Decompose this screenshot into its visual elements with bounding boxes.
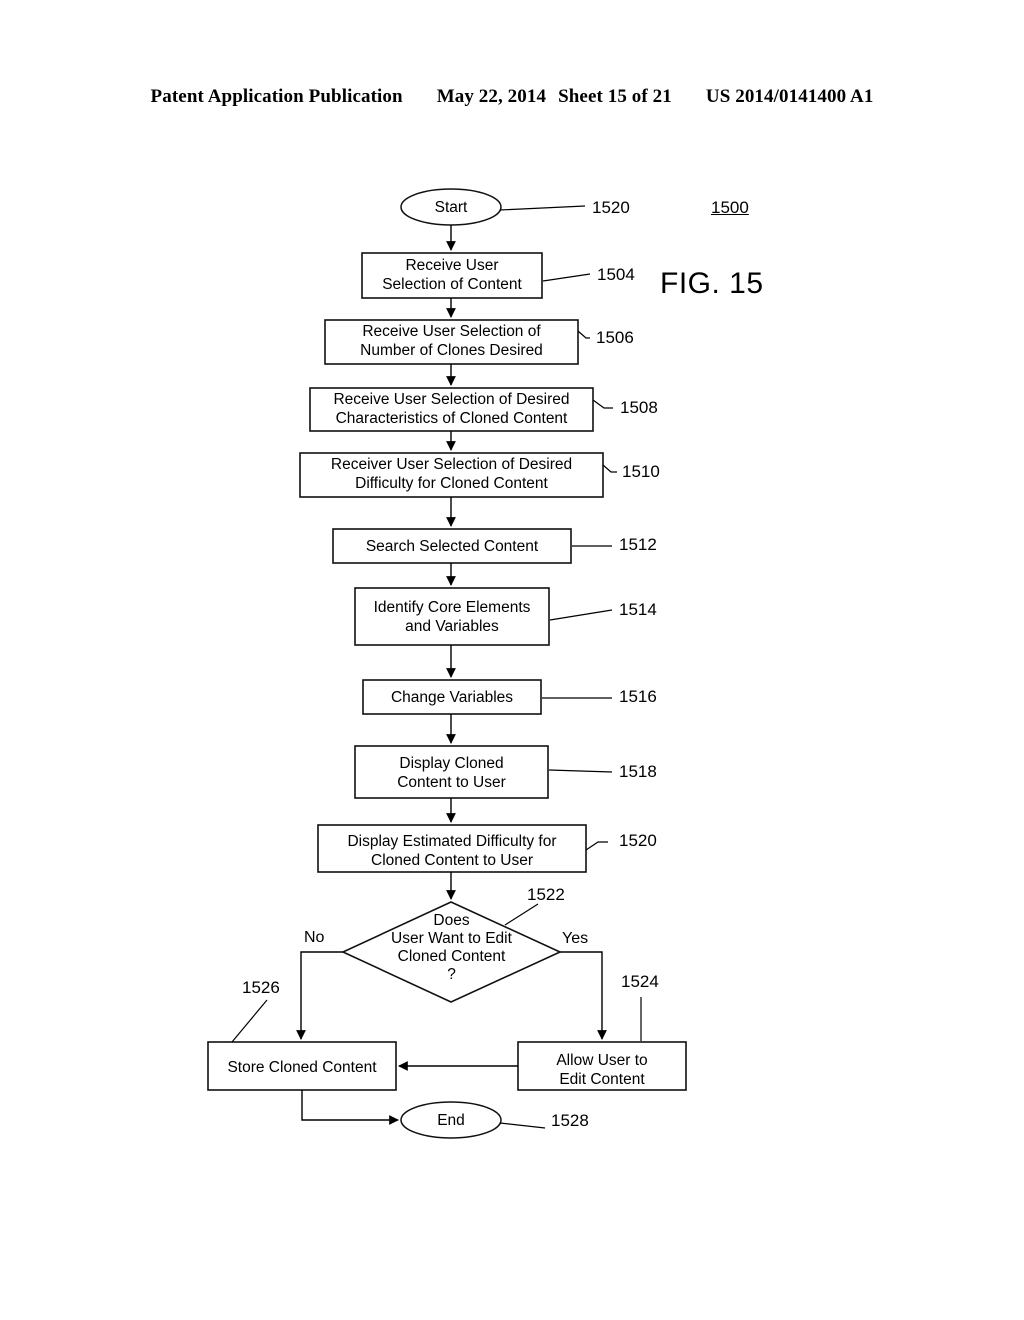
ref-1518: 1518 [619,762,657,781]
node-1510-shape [299,452,604,498]
ref-1528: 1528 [551,1111,589,1130]
node-1506-shape [324,319,579,365]
node-1518-shape [354,745,549,799]
ref-1524: 1524 [621,972,659,991]
node-start-shape [400,188,502,226]
node-1526-shape [207,1041,397,1091]
leader-1522 [504,903,539,926]
ref-1506: 1506 [596,328,634,347]
ref-1522: 1522 [527,885,565,904]
leader-1518 [548,769,613,773]
leader-1520-start [499,205,586,211]
leader-1514 [549,609,613,621]
branch-label-yes: Yes [562,930,589,947]
ref-1512: 1512 [619,535,657,554]
ref-1504: 1504 [597,265,635,284]
node-1512-shape [332,528,572,564]
node-1524-shape [517,1041,687,1091]
flowchart-drawing [207,188,687,1139]
figure-label: FIG. 15 [660,267,764,300]
ref-1520-box: 1520 [619,831,657,850]
connector-yes-branch [560,951,607,1040]
leader-1528 [499,1122,546,1129]
node-1504-shape [361,252,543,299]
ref-1510: 1510 [622,462,660,481]
patent-figure-page: Patent Application Publication May 22, 20… [0,0,1024,1320]
node-1520-shape [317,824,587,873]
node-1516-shape [362,679,542,715]
connector-no-branch [296,951,343,1040]
ref-1508: 1508 [620,398,658,417]
leader-1508 [592,399,613,409]
ref-1526: 1526 [242,978,280,997]
node-end-shape [400,1101,502,1139]
ref-1516: 1516 [619,687,657,706]
connector-1526-end [301,1090,399,1125]
node-1514-shape [354,587,550,646]
leader-1526 [231,999,268,1043]
ref-1500-diagram: 1500 [711,198,749,217]
node-1522-shape [341,901,562,1003]
leader-1510 [602,464,617,473]
ref-1514: 1514 [619,600,657,619]
node-1508-shape [309,387,594,432]
leader-1520-box [585,841,608,851]
ref-1520-start: 1520 [592,198,630,217]
branch-label-no: No [304,929,325,946]
leader-1504 [542,273,591,282]
leader-1506 [577,330,590,339]
